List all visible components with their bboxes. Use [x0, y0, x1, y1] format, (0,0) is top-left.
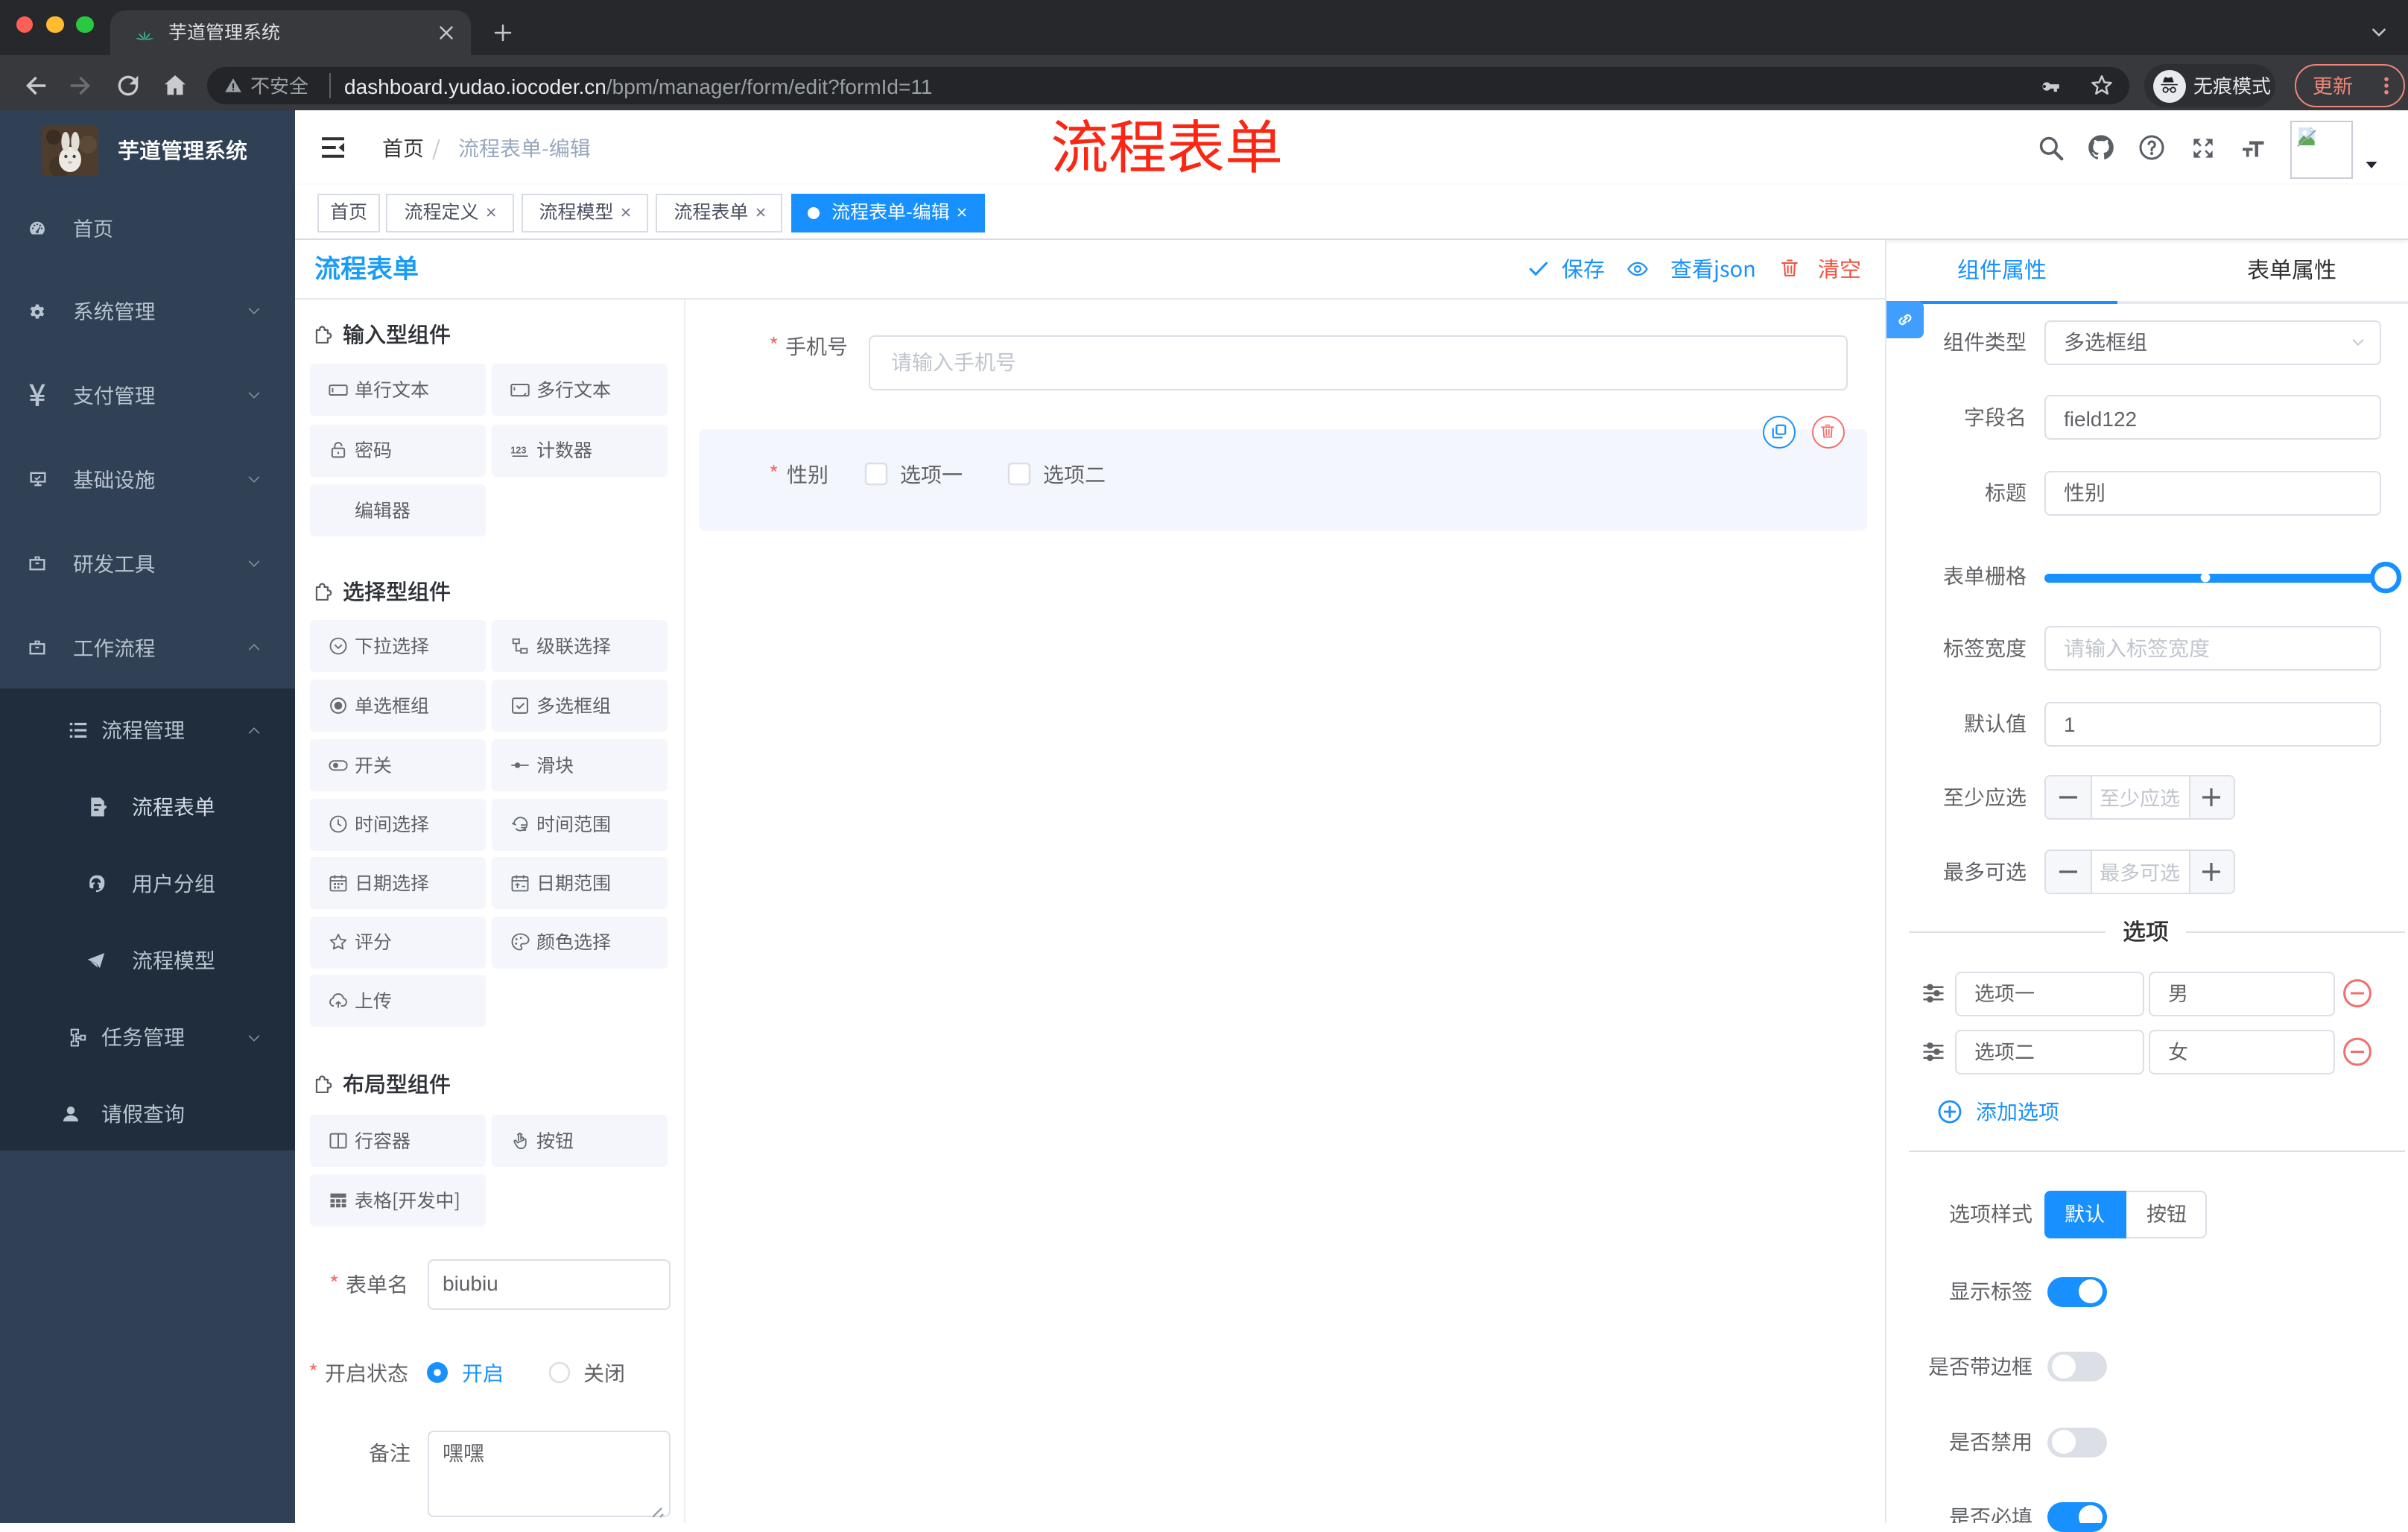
- svg-text:123: 123: [510, 445, 526, 456]
